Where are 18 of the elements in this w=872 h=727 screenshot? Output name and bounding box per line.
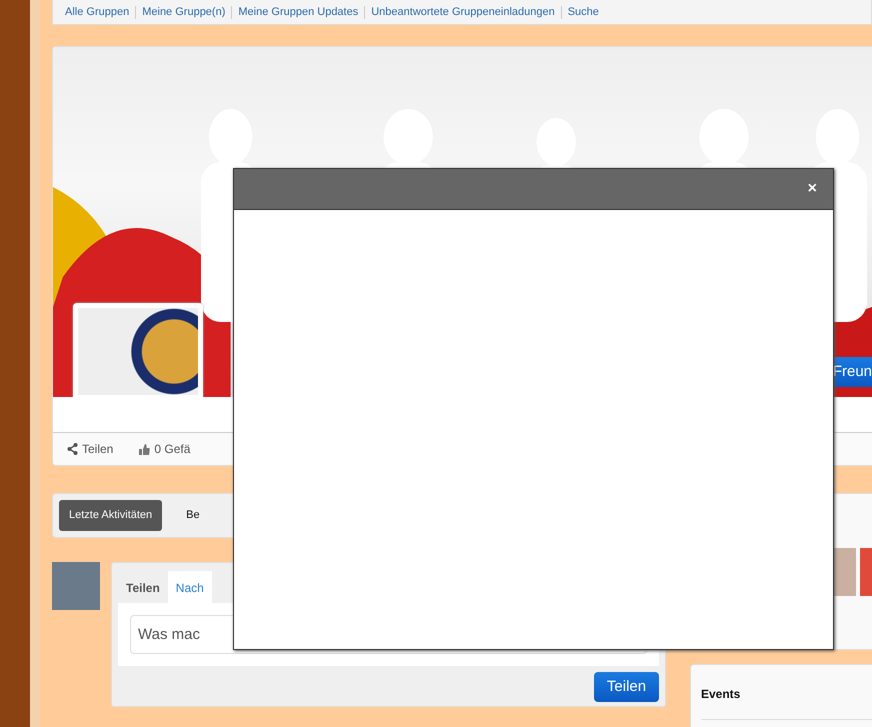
share-icon — [67, 443, 78, 455]
events-heading: Events — [701, 686, 740, 703]
activity-tab[interactable]: Be — [176, 500, 210, 531]
close-button[interactable]: × — [806, 181, 819, 197]
share-link[interactable]: Teilen — [67, 440, 114, 458]
share-button[interactable]: Teilen — [594, 672, 659, 702]
like-count[interactable]: 0 Gefä — [139, 440, 190, 458]
nav-link[interactable]: Suche — [560, 6, 605, 18]
nav-link[interactable]: Unbeantwortete Gruppeneinladungen — [364, 6, 561, 18]
member-photo-placeholder[interactable] — [860, 548, 872, 596]
nav-link[interactable]: Alle Gruppen — [59, 6, 136, 18]
thumbs-up-icon — [139, 444, 150, 454]
nav-link[interactable]: Meine Gruppe(n) — [135, 6, 232, 18]
avatar-photo-placeholder — [52, 562, 100, 610]
composer-tab[interactable]: Teilen — [118, 571, 168, 603]
activity-tab[interactable]: Letzte Aktivitäten — [59, 500, 162, 531]
nav-link[interactable]: Meine Gruppen Updates — [231, 6, 364, 18]
composer-tab[interactable]: Nach — [168, 571, 212, 603]
